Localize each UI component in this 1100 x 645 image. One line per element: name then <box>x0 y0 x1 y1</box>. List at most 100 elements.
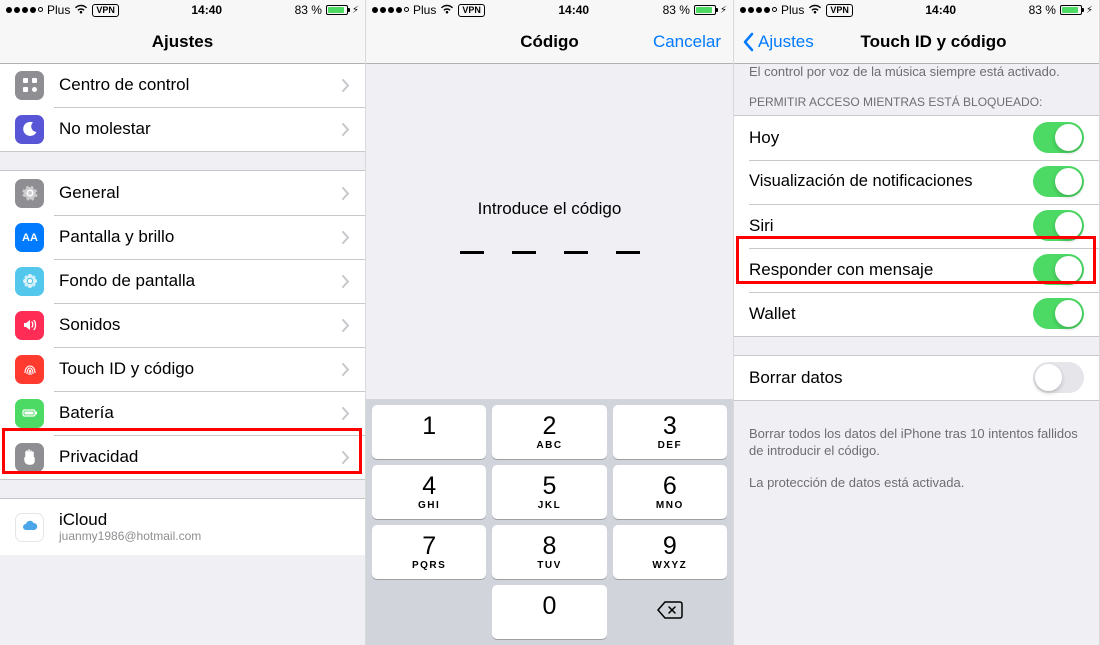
hand-icon <box>15 443 44 472</box>
chevron-right-icon <box>342 231 350 244</box>
chevron-left-icon <box>742 32 754 52</box>
erase-footer-2: La protección de datos está activada. <box>734 474 1099 506</box>
key-7[interactable]: 7PQRS <box>372 525 486 579</box>
back-label: Ajustes <box>758 32 814 52</box>
carrier-label: Plus <box>47 3 70 17</box>
row-battery[interactable]: Batería <box>0 391 365 435</box>
passcode-dashes <box>460 251 640 254</box>
screen-settings: Plus VPN 14:40 83 % ⚡︎ Ajustes Centro de… <box>0 0 366 645</box>
aa-icon: AA <box>15 223 44 252</box>
status-bar: Plus VPN 14:40 83 % ⚡︎ <box>366 0 733 20</box>
page-title: Código <box>520 32 579 52</box>
toggle-siri[interactable] <box>1033 210 1084 241</box>
toggle-erase-data[interactable] <box>1033 362 1084 393</box>
signal-dots-icon <box>372 7 409 13</box>
toggle-today[interactable] <box>1033 122 1084 153</box>
key-0[interactable]: 0 <box>492 585 606 639</box>
key-backspace[interactable] <box>613 585 727 639</box>
row-today[interactable]: Hoy <box>734 116 1099 160</box>
row-label: Siri <box>749 216 1033 236</box>
row-sounds[interactable]: Sonidos <box>0 303 365 347</box>
status-time: 14:40 <box>191 3 222 17</box>
signal-dots-icon <box>740 7 777 13</box>
chevron-right-icon <box>342 407 350 420</box>
row-label: Fondo de pantalla <box>59 271 342 291</box>
row-notifications-view[interactable]: Visualización de notificaciones <box>734 160 1099 204</box>
row-label: Pantalla y brillo <box>59 227 342 247</box>
toggle-reply-message[interactable] <box>1033 254 1084 285</box>
row-control-center[interactable]: Centro de control <box>0 64 365 107</box>
numeric-keypad: 1 2ABC 3DEF 4GHI 5JKL 6MNO 7PQRS 8TUV 9W… <box>366 399 733 645</box>
battery-icon <box>694 5 716 15</box>
passcode-entry-area: Introduce el código <box>366 64 733 399</box>
row-general[interactable]: General <box>0 171 365 215</box>
key-blank <box>372 585 486 639</box>
nav-bar: Ajustes <box>0 20 365 64</box>
key-2[interactable]: 2ABC <box>492 405 606 459</box>
status-time: 14:40 <box>558 3 589 17</box>
cancel-button[interactable]: Cancelar <box>653 20 721 64</box>
row-reply-message[interactable]: Responder con mensaje <box>734 248 1099 292</box>
row-icloud[interactable]: iCloud juanmy1986@hotmail.com <box>0 499 365 555</box>
row-privacy[interactable]: Privacidad <box>0 435 365 479</box>
battery-percent: 83 % <box>1029 3 1056 17</box>
battery-percent: 83 % <box>295 3 322 17</box>
moon-icon <box>15 115 44 144</box>
speaker-icon <box>15 311 44 340</box>
key-8[interactable]: 8TUV <box>492 525 606 579</box>
battery-icon <box>326 5 348 15</box>
row-do-not-disturb[interactable]: No molestar <box>0 107 365 151</box>
toggle-wallet[interactable] <box>1033 298 1084 329</box>
row-label: Visualización de notificaciones <box>749 172 1033 191</box>
chevron-right-icon <box>342 79 350 92</box>
touch-id-list[interactable]: El control por voz de la música siempre … <box>734 64 1099 645</box>
key-9[interactable]: 9WXYZ <box>613 525 727 579</box>
row-touch-id-passcode[interactable]: Touch ID y código <box>0 347 365 391</box>
row-erase-data[interactable]: Borrar datos <box>734 356 1099 400</box>
row-label: iCloud <box>59 511 201 530</box>
settings-list[interactable]: Centro de control No molestar General <box>0 64 365 645</box>
row-label: Responder con mensaje <box>749 260 1033 280</box>
row-label: General <box>59 183 342 203</box>
key-1[interactable]: 1 <box>372 405 486 459</box>
status-time: 14:40 <box>925 3 956 17</box>
cloud-icon <box>15 513 44 542</box>
erase-footer-1: Borrar todos los datos del iPhone tras 1… <box>734 419 1099 474</box>
vpn-badge: VPN <box>458 4 485 17</box>
row-label: Borrar datos <box>749 368 1033 388</box>
row-display-brightness[interactable]: AA Pantalla y brillo <box>0 215 365 259</box>
svg-text:AA: AA <box>22 232 38 244</box>
toggle-notifications-view[interactable] <box>1033 166 1084 197</box>
gear-icon <box>15 179 44 208</box>
signal-dots-icon <box>6 7 43 13</box>
battery-icon <box>1060 5 1082 15</box>
row-wallpaper[interactable]: Fondo de pantalla <box>0 259 365 303</box>
chevron-right-icon <box>342 363 350 376</box>
row-label: Batería <box>59 403 342 423</box>
key-3[interactable]: 3DEF <box>613 405 727 459</box>
status-bar: Plus VPN 14:40 83 % ⚡︎ <box>0 0 365 20</box>
status-bar: Plus VPN 14:40 83 % ⚡︎ <box>734 0 1099 20</box>
carrier-label: Plus <box>781 3 804 17</box>
chevron-right-icon <box>342 123 350 136</box>
row-label: Wallet <box>749 304 1033 324</box>
key-6[interactable]: 6MNO <box>613 465 727 519</box>
page-title: Ajustes <box>152 32 213 52</box>
chevron-right-icon <box>342 187 350 200</box>
flower-icon <box>15 267 44 296</box>
screen-passcode: Plus VPN 14:40 83 % ⚡︎ Código Cancelar I… <box>366 0 734 645</box>
row-siri[interactable]: Siri <box>734 204 1099 248</box>
vpn-badge: VPN <box>92 4 119 17</box>
wifi-icon <box>440 3 454 17</box>
battery-percent: 83 % <box>663 3 690 17</box>
wifi-icon <box>808 3 822 17</box>
row-sublabel: juanmy1986@hotmail.com <box>59 529 201 543</box>
row-label: Touch ID y código <box>59 359 342 379</box>
key-4[interactable]: 4GHI <box>372 465 486 519</box>
back-button[interactable]: Ajustes <box>742 20 814 64</box>
chevron-right-icon <box>342 275 350 288</box>
row-wallet[interactable]: Wallet <box>734 292 1099 336</box>
key-5[interactable]: 5JKL <box>492 465 606 519</box>
voice-note: El control por voz de la música siempre … <box>734 64 1099 89</box>
chevron-right-icon <box>342 451 350 464</box>
